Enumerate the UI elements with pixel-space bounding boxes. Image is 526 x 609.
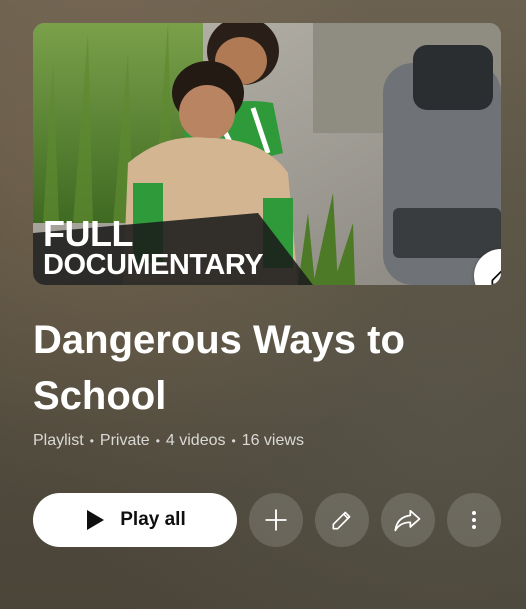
playlist-title: Dangerous Ways to School	[33, 318, 405, 418]
play-icon	[87, 510, 105, 530]
play-all-label: Play all	[120, 509, 186, 530]
meta-separator: •	[155, 434, 160, 448]
meta-privacy: Private	[99, 432, 150, 449]
more-vert-icon	[472, 511, 476, 529]
meta-separator: •	[89, 434, 94, 448]
play-all-button[interactable]: Play all	[33, 493, 237, 547]
playlist-meta: Playlist • Private • 4 videos • 16 views	[33, 432, 304, 450]
share-button[interactable]	[381, 493, 435, 547]
share-icon	[394, 509, 421, 532]
meta-view-count: 16 views	[241, 432, 304, 449]
more-actions-button[interactable]	[447, 493, 501, 547]
add-button[interactable]	[249, 493, 303, 547]
edit-icon	[332, 511, 351, 530]
edit-icon	[491, 270, 501, 285]
meta-type: Playlist	[33, 432, 84, 449]
add-icon	[265, 509, 287, 531]
meta-separator: •	[231, 434, 236, 448]
playlist-thumbnail[interactable]: FULL DOCUMENTARY	[33, 23, 501, 285]
edit-button[interactable]	[315, 493, 369, 547]
meta-video-count: 4 videos	[165, 432, 226, 449]
badge-documentary-text: DOCUMENTARY	[43, 249, 264, 281]
playlist-actions: Play all	[33, 493, 501, 547]
